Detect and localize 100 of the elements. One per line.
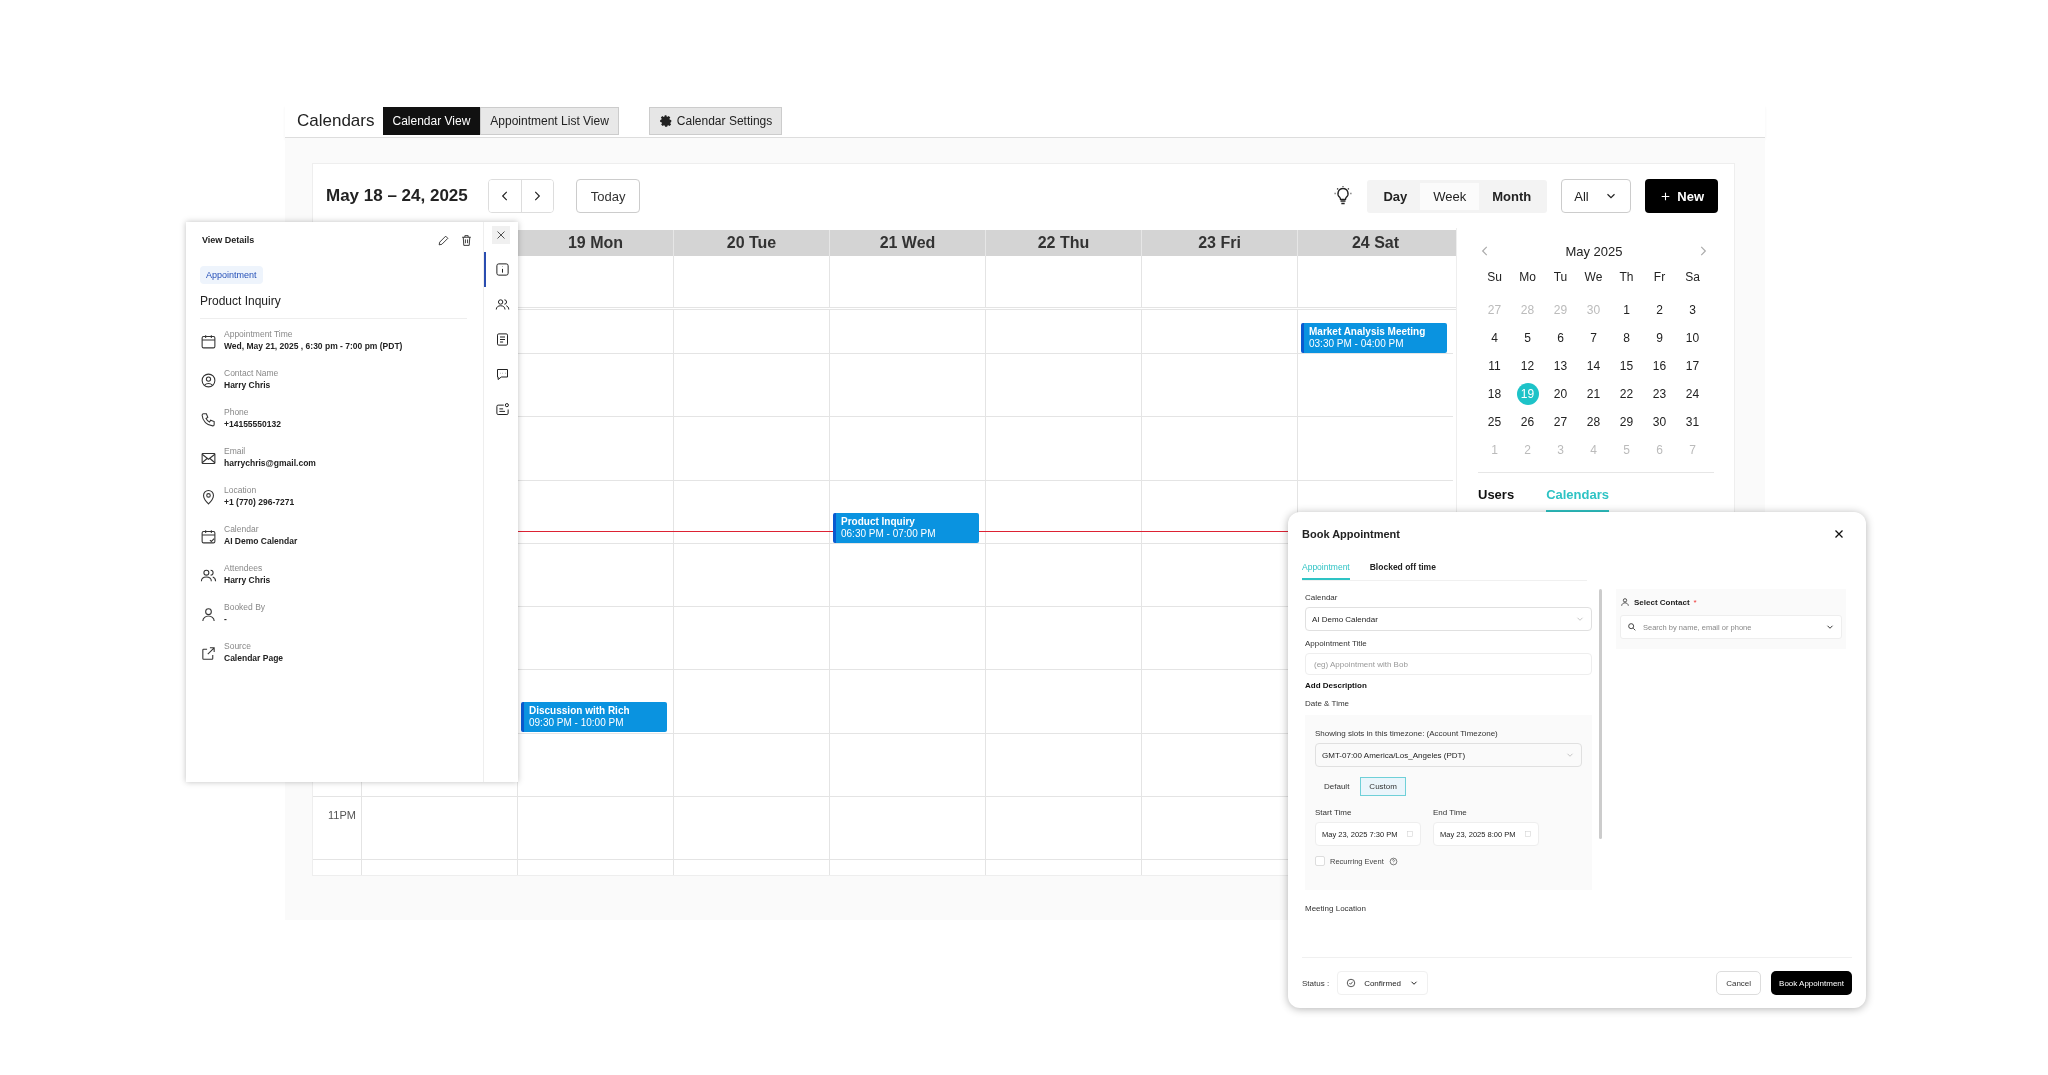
view-mode-tab[interactable]: Month	[1479, 182, 1545, 210]
event-title: Product Inquiry	[841, 514, 916, 528]
date-cell[interactable]: 29	[1615, 411, 1638, 433]
field-label: Showing slots in this timezone: (Account Timezone)	[1315, 729, 1499, 738]
book-appointment-button[interactable]: Book Appointment	[1771, 971, 1852, 995]
weekday-label: Mo	[1518, 269, 1537, 286]
people-icon	[494, 297, 510, 312]
date-cell[interactable]: 22	[1615, 383, 1638, 405]
calendar-settings-button[interactable]: Calendar Settings	[648, 107, 783, 135]
dialog-title: Book Appointment	[1302, 528, 1400, 540]
date-cell[interactable]: 23	[1648, 383, 1671, 405]
view-tab[interactable]: Calendar View	[382, 107, 481, 135]
status-dropdown[interactable]: Confirmed	[1337, 971, 1429, 995]
external-link-icon	[200, 645, 217, 662]
field-value: Wed, May 21, 2025 , 6:30 pm - 7:00 pm (PDT)	[224, 341, 403, 351]
field-label: End Time	[1433, 808, 1468, 817]
event-title: Discussion with Rich	[529, 704, 631, 718]
search-icon	[1627, 622, 1637, 632]
required-mark: *	[1693, 597, 1697, 607]
user-circle-icon	[200, 372, 217, 389]
field-label: Appointment Title	[1305, 639, 1368, 648]
date-cell[interactable]: 1	[1615, 299, 1638, 321]
trash-icon[interactable]	[460, 233, 473, 247]
note-icon	[494, 332, 510, 347]
view-mode-tab[interactable]: Week	[1420, 182, 1480, 210]
dialog-tab[interactable]: Blocked off time	[1369, 556, 1436, 580]
view-mode-tab[interactable]: Day	[1370, 182, 1421, 210]
date-cell[interactable]: 30	[1648, 411, 1671, 433]
field-label: Select Contact	[1634, 597, 1690, 607]
date-cell[interactable]: 13	[1549, 355, 1572, 377]
date-cell[interactable]: 5	[1516, 327, 1539, 349]
weekday-label: We	[1583, 269, 1604, 286]
field-value: AI Demo Calendar	[224, 536, 298, 546]
envelope-icon	[200, 450, 217, 467]
date-cell[interactable]: 11	[1483, 355, 1506, 377]
date-cell[interactable]: 21	[1582, 383, 1605, 405]
date-cell[interactable]: 15	[1615, 355, 1638, 377]
date-cell[interactable]: 6	[1549, 327, 1572, 349]
date-cell[interactable]: 8	[1615, 327, 1638, 349]
status-label: Status :	[1302, 978, 1330, 988]
slot-mode-button[interactable]: Default	[1315, 777, 1359, 796]
field-label: Booked By	[224, 602, 266, 612]
info-icon	[494, 262, 510, 277]
field-value: +1 (770) 296-7271	[224, 497, 295, 507]
date-cell[interactable]: 24	[1681, 383, 1704, 405]
day-header: 21 Wed	[879, 234, 936, 252]
date-cell[interactable]: 20	[1549, 383, 1572, 405]
day-header: 23 Fri	[1198, 234, 1241, 252]
phone-icon	[200, 411, 217, 428]
field-value: Harry Chris	[224, 575, 271, 585]
calendar-select[interactable]: AI Demo Calendar	[1305, 607, 1592, 631]
date-cell[interactable]: 14	[1582, 355, 1605, 377]
today-button[interactable]: Today	[575, 179, 641, 213]
date-cell[interactable]: 7	[1582, 327, 1605, 349]
date-cell[interactable]: 17	[1681, 355, 1704, 377]
date-cell[interactable]: 18	[1483, 383, 1506, 405]
calendar-icon	[1406, 830, 1414, 838]
date-cell[interactable]: 28	[1582, 411, 1605, 433]
date-cell[interactable]: 2	[1648, 299, 1671, 321]
view-tab[interactable]: Appointment List View	[480, 107, 619, 135]
pencil-icon[interactable]	[437, 233, 450, 247]
add-description-link[interactable]: Add Description	[1305, 681, 1592, 690]
date-cell[interactable]: 31	[1681, 411, 1704, 433]
timezone-select[interactable]: GMT-07:00 America/Los_Angeles (PDT)	[1315, 743, 1582, 767]
date-cell[interactable]: 9	[1648, 327, 1671, 349]
date-cell[interactable]: 27	[1549, 411, 1572, 433]
cancel-button[interactable]: Cancel	[1716, 971, 1762, 995]
event-time: 09:30 PM - 10:00 PM	[529, 717, 625, 730]
help-icon	[1388, 856, 1398, 866]
field-value: -	[224, 614, 228, 624]
day-header: 19 Mon	[567, 234, 624, 252]
field-label: Contact Name	[224, 368, 279, 378]
slot-mode-button[interactable]: Custom	[1360, 777, 1406, 796]
date-cell[interactable]: 16	[1648, 355, 1671, 377]
person-icon	[1620, 597, 1630, 607]
date-cell[interactable]: 3	[1681, 299, 1704, 321]
close-button[interactable]	[492, 226, 510, 244]
date-cell[interactable]: 25	[1483, 411, 1506, 433]
chat-icon	[494, 367, 510, 382]
weekday-label: Sa	[1684, 269, 1701, 286]
appointment-title: Product Inquiry	[200, 294, 282, 308]
appointment-title-field[interactable]: (eg) Appointment with Bob	[1305, 653, 1592, 675]
recurring-checkbox[interactable]	[1315, 856, 1325, 866]
filter-dropdown[interactable]: All	[1561, 179, 1632, 213]
field-label: Calendar	[1305, 593, 1339, 602]
event-time: 03:30 PM - 04:00 PM	[1309, 337, 1405, 350]
day-header: 20 Tue	[726, 234, 777, 252]
day-header: 22 Thu	[1037, 234, 1090, 252]
date-cell[interactable]: 10	[1681, 327, 1704, 349]
date-cell[interactable]: 12	[1516, 355, 1539, 377]
calendar-check-icon	[200, 528, 217, 545]
new-button[interactable]: New	[1645, 179, 1718, 213]
date-cell[interactable]: 26	[1516, 411, 1539, 433]
date-cell[interactable]: 4	[1483, 327, 1506, 349]
field-label: Calendar	[224, 524, 260, 534]
sidebar-tab[interactable]: Users	[1478, 481, 1515, 512]
weekday-label: Th	[1618, 269, 1635, 286]
field-label: Start Time	[1315, 808, 1353, 817]
field-label: Location	[224, 485, 258, 495]
weekday-label: Tu	[1552, 269, 1569, 286]
